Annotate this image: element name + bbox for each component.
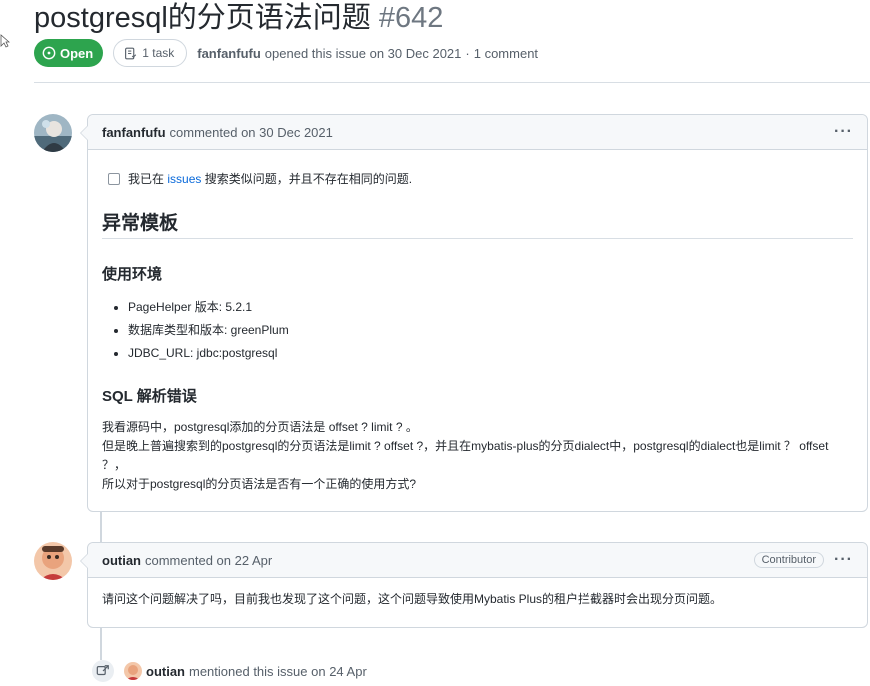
issue-opened-text: opened this issue on 30 Dec 2021	[264, 45, 462, 61]
kebab-horizontal-icon[interactable]: ···	[834, 551, 853, 569]
issue-author-link[interactable]: fanfanfufu	[197, 46, 261, 61]
list-item: PageHelper 版本: 5.2.1	[128, 296, 289, 319]
status-label: Open	[60, 45, 94, 61]
tasklist-icon	[125, 47, 137, 59]
env-list: PageHelper 版本: 5.2.1 数据库类型和版本: greenPlum…	[102, 296, 289, 365]
comment-arrow	[80, 125, 88, 141]
cross-reference-icon	[92, 660, 114, 682]
comment-timestamp[interactable]: commented on 22 Apr	[145, 553, 272, 568]
comment-header: fanfanfufu commented on 30 Dec 2021 ···	[88, 115, 867, 150]
paragraph-line: 但是晚上普遍搜索到的postgresql的分页语法是limit ? offset…	[102, 439, 829, 472]
issue-title-text: postgresql的分页语法问题	[34, 2, 371, 34]
comments-count: 1 comment	[473, 45, 539, 61]
comment-card: fanfanfufu commented on 30 Dec 2021 ··· …	[80, 114, 868, 512]
avatar[interactable]	[34, 542, 72, 580]
paragraph-line: 所以对于postgresql的分页语法是否有一个正确的使用方式?	[102, 477, 417, 491]
list-item: JDBC_URL: jdbc:postgresql	[128, 342, 289, 365]
checkbox-text-post: 搜索类似问题，并且不存在相同的问题.	[204, 172, 413, 186]
kebab-horizontal-icon[interactable]: ···	[834, 123, 853, 141]
checkbox-text-pre: 我已在	[128, 172, 165, 186]
issue-meta: Open 1 task fanfanfufu opened this issue…	[34, 38, 538, 68]
heading-rule	[102, 238, 853, 239]
comment-author-link[interactable]: fanfanfufu	[102, 125, 166, 140]
comment-arrow	[80, 553, 88, 569]
avatar[interactable]	[124, 662, 142, 680]
comment-body-paragraph: 我看源码中，postgresql添加的分页语法是 offset ? limit …	[102, 418, 853, 494]
comment-author-link[interactable]: outian	[102, 553, 141, 568]
issue-number: #642	[378, 2, 444, 34]
task-checkbox[interactable]	[108, 172, 120, 185]
sql-heading: SQL 解析错误	[102, 388, 197, 405]
template-heading: 异常模板	[102, 213, 179, 234]
mention-author-link[interactable]: outian	[146, 664, 185, 679]
avatar-fanfanfufu-image	[34, 114, 72, 152]
env-heading: 使用环境	[102, 266, 163, 283]
task-checkbox-line: 我已在 issues 搜索类似问题，并且不存在相同的问题.	[108, 170, 412, 187]
issue-opened-icon	[42, 46, 56, 60]
comment-card: outian commented on 22 Apr Contributor ·…	[80, 542, 868, 628]
avatar-outian-image	[34, 542, 72, 580]
task-count-chip[interactable]: 1 task	[113, 39, 188, 67]
paragraph-line: 我看源码中，postgresql添加的分页语法是 offset ? limit …	[102, 420, 418, 434]
header-divider	[34, 82, 870, 83]
contributor-badge: Contributor	[753, 552, 825, 568]
avatar[interactable]	[34, 114, 72, 152]
meta-separator: ·	[465, 45, 470, 61]
comment-header: outian commented on 22 Apr Contributor ·…	[88, 543, 867, 578]
mention-event: outian mentioned this issue on 24 Apr	[92, 660, 367, 682]
issues-link[interactable]: issues	[167, 172, 201, 186]
task-count: 1 task	[142, 46, 175, 60]
list-item: 数据库类型和版本: greenPlum	[128, 319, 289, 342]
comment-timestamp[interactable]: commented on 30 Dec 2021	[170, 125, 333, 140]
mention-text: mentioned this issue on 24 Apr	[189, 663, 367, 679]
status-badge: Open	[34, 39, 104, 67]
timeline-connector	[100, 626, 102, 660]
issue-title: postgresql的分页语法问题 #642	[34, 0, 443, 36]
comment-body: 请问这个问题解决了吗，目前我也发现了这个问题，这个问题导致使用Mybatis P…	[102, 592, 723, 606]
timeline-connector	[100, 510, 102, 542]
mouse-cursor-icon	[0, 34, 10, 48]
